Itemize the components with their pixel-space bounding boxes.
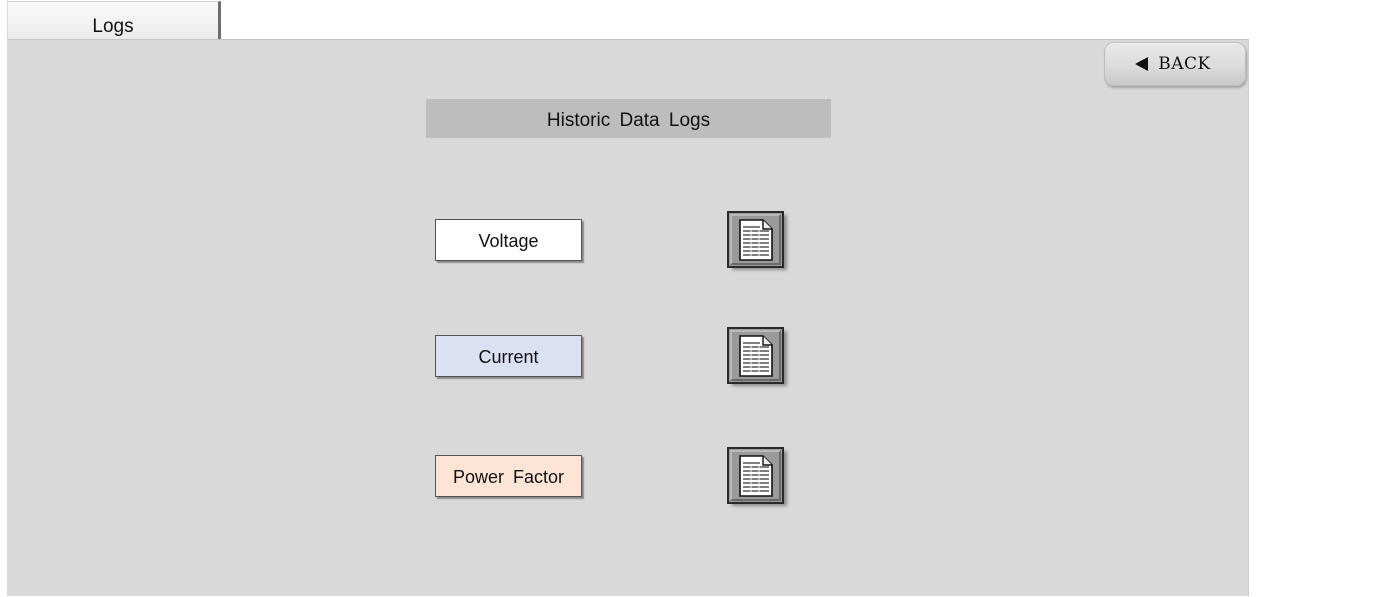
power-factor-button[interactable]: Power Factor <box>435 455 582 497</box>
power-factor-log-button[interactable] <box>727 447 784 504</box>
tab-logs[interactable]: Logs <box>7 1 221 39</box>
document-icon <box>738 218 773 261</box>
current-button[interactable]: Current <box>435 335 582 377</box>
screen: Logs BACK Historic Data Logs Voltage Cur… <box>0 0 1394 597</box>
back-arrow-icon <box>1135 57 1149 71</box>
document-icon <box>738 334 773 377</box>
voltage-button[interactable]: Voltage <box>435 219 582 261</box>
back-button-label: BACK <box>1158 54 1211 74</box>
current-log-button[interactable] <box>727 327 784 384</box>
page-title: Historic Data Logs <box>426 99 831 138</box>
document-icon <box>738 454 773 497</box>
voltage-log-button[interactable] <box>727 211 784 268</box>
back-button[interactable]: BACK <box>1104 42 1246 86</box>
